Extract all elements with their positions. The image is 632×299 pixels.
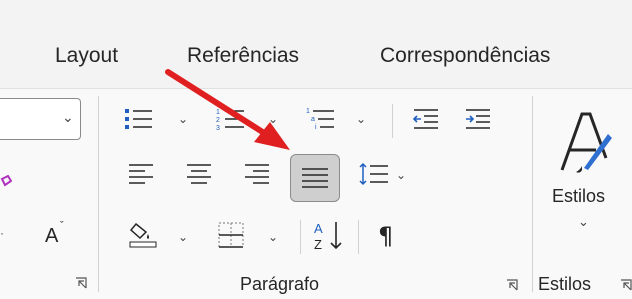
annotation-arrow (165, 69, 290, 150)
